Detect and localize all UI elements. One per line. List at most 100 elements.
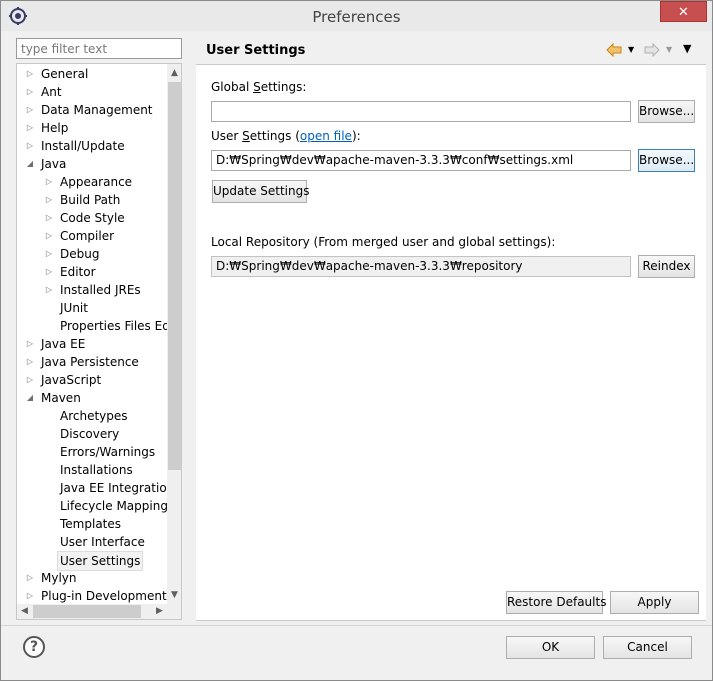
collapsed-arrow-icon[interactable]: ▷ <box>25 83 35 101</box>
tree-item-label: Build Path <box>60 193 121 207</box>
collapsed-arrow-icon[interactable]: ▷ <box>25 335 35 353</box>
tree-item[interactable]: ▷ Compiler <box>17 227 167 245</box>
scroll-thumb[interactable] <box>168 82 181 470</box>
collapsed-arrow-icon[interactable]: ▷ <box>25 587 35 604</box>
tree-vertical-scrollbar[interactable]: ▲ ▼ <box>167 64 181 604</box>
tree-item-label: Installations <box>60 463 133 477</box>
scroll-corner <box>167 604 181 619</box>
collapsed-arrow-icon[interactable]: ▷ <box>25 101 35 119</box>
forward-menu-icon[interactable]: ▼ <box>666 42 672 58</box>
collapsed-arrow-icon[interactable]: ▷ <box>44 173 54 191</box>
help-icon[interactable]: ? <box>23 636 45 658</box>
tree-item-label: Ant <box>41 85 62 99</box>
open-file-link[interactable]: open file <box>300 129 352 143</box>
collapsed-arrow-icon[interactable]: ▷ <box>25 119 35 137</box>
tree-item[interactable]: ▷ Code Style <box>17 209 167 227</box>
restore-defaults-button[interactable]: Restore Defaults <box>506 591 606 614</box>
tree-item[interactable]: User Settings <box>17 551 167 571</box>
update-settings-button[interactable]: Update Settings <box>212 180 310 203</box>
tree-item[interactable]: ▷ Build Path <box>17 191 167 209</box>
tree-item[interactable]: Archetypes <box>17 407 167 425</box>
collapsed-arrow-icon[interactable]: ▷ <box>44 281 54 299</box>
global-settings-field[interactable] <box>211 101 631 122</box>
close-window-button[interactable]: ✕ <box>660 1 707 22</box>
tree-item-label: Properties Files Editor <box>60 319 167 333</box>
collapsed-arrow-icon[interactable]: ▷ <box>44 227 54 245</box>
scroll-down-icon[interactable]: ▼ <box>167 587 181 603</box>
window-title: Preferences <box>312 8 401 26</box>
tree-item-label: Discovery <box>60 427 120 441</box>
tree-item-label: Code Style <box>60 211 125 225</box>
tree-item[interactable]: Properties Files Editor <box>17 317 167 335</box>
tree-item-label: Mylyn <box>41 571 77 585</box>
tree-item[interactable]: ▷ Java EE <box>17 335 167 353</box>
tree-item[interactable]: ▷ Help <box>17 119 167 137</box>
tree-item-label: Lifecycle Mappings <box>60 499 167 513</box>
tree-item[interactable]: Lifecycle Mappings <box>17 497 167 515</box>
forward-arrow-icon[interactable] <box>644 43 660 57</box>
tree-item[interactable]: ▷ Installed JREs <box>17 281 167 299</box>
tree-item[interactable]: ▷ Plug-in Development <box>17 587 167 604</box>
tree-item[interactable]: Discovery <box>17 425 167 443</box>
tree-item[interactable]: ▷ Install/Update <box>17 137 167 155</box>
view-menu-icon[interactable]: ▼ <box>683 41 691 57</box>
tree-item[interactable]: ▷ Editor <box>17 263 167 281</box>
tree-item[interactable]: Installations <box>17 461 167 479</box>
tree-item-label: JUnit <box>60 301 88 315</box>
preferences-window: Preferences ✕ ▷ General ▷ Ant ▷ Data Manageme… <box>0 0 713 681</box>
tree-item[interactable]: ▷ Debug <box>17 245 167 263</box>
tree-item[interactable]: Java EE Integration <box>17 479 167 497</box>
page-header: User Settings ▼ ▼ ▼ <box>196 37 706 63</box>
tree-item-label: Maven <box>41 391 81 405</box>
tree-item-label: General <box>41 67 89 81</box>
apply-button[interactable]: Apply <box>610 591 699 614</box>
back-arrow-icon[interactable] <box>606 43 622 57</box>
ok-button[interactable]: OK <box>506 636 595 659</box>
user-settings-field[interactable]: D:₩Spring₩dev₩apache-maven-3.3.3₩conf₩se… <box>211 150 631 171</box>
global-browse-button[interactable]: Browse... <box>638 100 695 123</box>
close-icon: ✕ <box>678 5 689 20</box>
scroll-up-icon[interactable]: ▲ <box>167 65 181 81</box>
filter-input[interactable] <box>16 38 182 59</box>
tree-item[interactable]: ▷ Appearance <box>17 173 167 191</box>
expanded-arrow-icon[interactable]: ◢ <box>25 155 35 173</box>
tree-items: ▷ General ▷ Ant ▷ Data Management ▷ Help ▷ Instal… <box>17 64 167 604</box>
tree-item[interactable]: ▷ Ant <box>17 83 167 101</box>
tree-horizontal-scrollbar[interactable]: ◀ ▶ <box>17 604 167 619</box>
tree-item-label: Editor <box>60 265 96 279</box>
collapsed-arrow-icon[interactable]: ▷ <box>25 353 35 371</box>
expanded-arrow-icon[interactable]: ◢ <box>25 389 35 407</box>
tree-item[interactable]: ▷ Java Persistence <box>17 353 167 371</box>
scroll-left-icon[interactable]: ◀ <box>17 604 32 619</box>
tree-item[interactable]: Errors/Warnings <box>17 443 167 461</box>
cancel-button[interactable]: Cancel <box>603 636 692 659</box>
collapsed-arrow-icon[interactable]: ▷ <box>25 371 35 389</box>
collapsed-arrow-icon[interactable]: ▷ <box>44 245 54 263</box>
collapsed-arrow-icon[interactable]: ▷ <box>44 191 54 209</box>
local-repository-label: Local Repository (From merged user and g… <box>211 235 556 249</box>
collapsed-arrow-icon[interactable]: ▷ <box>25 137 35 155</box>
collapsed-arrow-icon[interactable]: ▷ <box>44 209 54 227</box>
tree-item[interactable]: ◢ Maven <box>17 389 167 407</box>
tree-item[interactable]: ▷ Mylyn <box>17 569 167 587</box>
tree-item[interactable]: ◢ Java <box>17 155 167 173</box>
tree-item[interactable]: User Interface <box>17 533 167 551</box>
tree-item[interactable]: ▷ JavaScript <box>17 371 167 389</box>
tree-item[interactable]: ▷ Data Management <box>17 101 167 119</box>
tree-item[interactable]: Templates <box>17 515 167 533</box>
tree-item[interactable]: ▷ General <box>17 65 167 83</box>
local-repository-field[interactable]: D:₩Spring₩dev₩apache-maven-3.3.3₩reposit… <box>211 256 631 277</box>
back-menu-icon[interactable]: ▼ <box>628 42 634 58</box>
preference-tree[interactable]: ▷ General ▷ Ant ▷ Data Management ▷ Help ▷ Instal… <box>16 63 182 620</box>
tree-item[interactable]: JUnit <box>17 299 167 317</box>
collapsed-arrow-icon[interactable]: ▷ <box>44 263 54 281</box>
title-bar[interactable]: Preferences ✕ <box>1 1 712 31</box>
tree-item-label: Install/Update <box>41 139 125 153</box>
hscroll-thumb[interactable] <box>33 605 141 618</box>
scroll-right-icon[interactable]: ▶ <box>152 604 167 619</box>
collapsed-arrow-icon[interactable]: ▷ <box>25 569 35 587</box>
tree-item-label: Debug <box>60 247 100 261</box>
reindex-button[interactable]: Reindex <box>638 255 695 278</box>
collapsed-arrow-icon[interactable]: ▷ <box>25 65 35 83</box>
user-browse-button[interactable]: Browse... <box>638 149 695 172</box>
